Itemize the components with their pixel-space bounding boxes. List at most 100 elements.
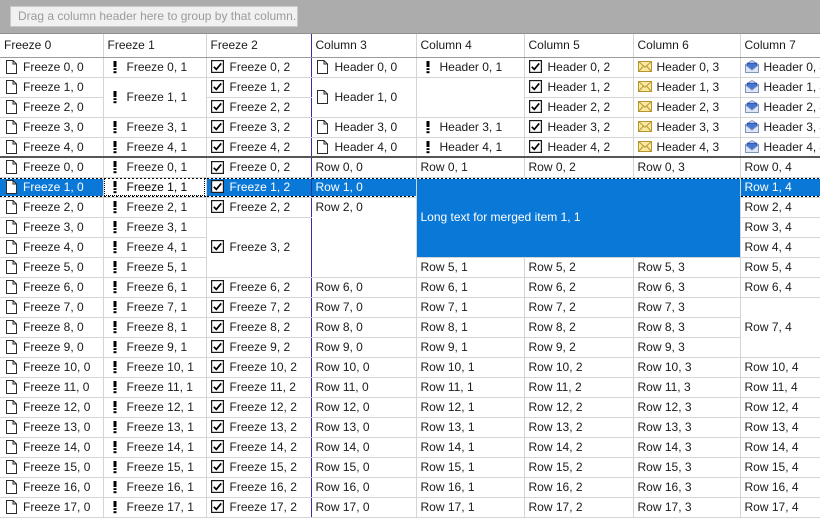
fixed-cell[interactable]: Freeze 2, 2 — [206, 97, 311, 117]
checkbox-checked-icon[interactable] — [529, 100, 543, 113]
grid-cell[interactable]: Row 16, 3 — [633, 477, 740, 497]
grid-cell[interactable]: Freeze 17, 2 — [206, 497, 311, 517]
checkbox-checked-icon[interactable] — [211, 360, 225, 373]
fixed-cell[interactable]: Header 0, 3 — [633, 57, 740, 77]
grid-cell[interactable]: Row 1, 4 — [740, 177, 820, 197]
grid-viewport[interactable]: Freeze 0Freeze 1Freeze 2Column 3Column 4… — [0, 33, 820, 519]
fixed-cell[interactable]: Freeze 3, 1 — [103, 117, 206, 137]
fixed-cell[interactable]: Freeze 3, 0 — [0, 117, 103, 137]
column-header-column-7[interactable]: Column 7 — [740, 34, 820, 57]
grid-cell[interactable]: Freeze 12, 0 — [0, 397, 103, 417]
grid-cell[interactable]: Row 14, 2 — [524, 437, 633, 457]
grid-cell[interactable]: Row 11, 0 — [311, 377, 416, 397]
checkbox-checked-icon[interactable] — [529, 80, 543, 93]
group-by-panel[interactable]: Drag a column header here to group by th… — [0, 0, 820, 33]
grid-cell[interactable]: Row 9, 1 — [416, 337, 524, 357]
grid-cell[interactable]: Row 6, 1 — [416, 277, 524, 297]
grid-cell[interactable]: Row 6, 3 — [633, 277, 740, 297]
column-header-column-3[interactable]: Column 3 — [311, 34, 416, 57]
fixed-cell[interactable]: Freeze 4, 0 — [0, 137, 103, 157]
grid-cell[interactable]: Freeze 16, 0 — [0, 477, 103, 497]
grid-cell[interactable]: Freeze 9, 0 — [0, 337, 103, 357]
grid-cell[interactable]: Long text for merged item 1, 1 — [416, 177, 740, 257]
fixed-cell[interactable]: Header 2, 4 — [740, 97, 820, 117]
grid-cell[interactable]: Freeze 3, 1 — [103, 217, 206, 237]
grid-cell[interactable]: Row 8, 0 — [311, 317, 416, 337]
grid-cell[interactable]: Row 16, 2 — [524, 477, 633, 497]
fixed-cell[interactable]: Freeze 0, 2 — [206, 57, 311, 77]
grid-cell[interactable]: Row 6, 2 — [524, 277, 633, 297]
fixed-cell[interactable]: Header 0, 0 — [311, 57, 416, 77]
grid-cell[interactable]: Row 14, 1 — [416, 437, 524, 457]
grid-cell[interactable]: Freeze 13, 2 — [206, 417, 311, 437]
grid-cell[interactable]: Row 10, 0 — [311, 357, 416, 377]
grid-cell[interactable]: Freeze 0, 2 — [206, 157, 311, 177]
grid-cell[interactable]: Freeze 11, 2 — [206, 377, 311, 397]
fixed-cell[interactable]: Freeze 4, 1 — [103, 137, 206, 157]
grid-cell[interactable]: Freeze 9, 2 — [206, 337, 311, 357]
grid-cell[interactable]: Freeze 16, 2 — [206, 477, 311, 497]
checkbox-checked-icon[interactable] — [529, 140, 543, 153]
grid-cell[interactable]: Freeze 6, 0 — [0, 277, 103, 297]
checkbox-checked-icon[interactable] — [211, 500, 225, 513]
grid-cell[interactable]: Row 7, 1 — [416, 297, 524, 317]
checkbox-checked-icon[interactable] — [211, 280, 225, 293]
grid-cell[interactable]: Row 0, 3 — [633, 157, 740, 177]
grid-cell[interactable]: Row 16, 1 — [416, 477, 524, 497]
grid-cell[interactable]: Freeze 17, 0 — [0, 497, 103, 517]
checkbox-checked-icon[interactable] — [211, 380, 225, 393]
grid-cell[interactable]: Row 6, 0 — [311, 277, 416, 297]
grid-cell[interactable]: Row 0, 4 — [740, 157, 820, 177]
fixed-cell[interactable]: Freeze 2, 0 — [0, 97, 103, 117]
column-header-freeze-1[interactable]: Freeze 1 — [103, 34, 206, 57]
grid-cell[interactable]: Freeze 7, 1 — [103, 297, 206, 317]
grid-cell[interactable]: Row 17, 0 — [311, 497, 416, 517]
fixed-cell[interactable]: Header 4, 0 — [311, 137, 416, 157]
grid-cell[interactable]: Row 12, 2 — [524, 397, 633, 417]
checkbox-checked-icon[interactable] — [211, 200, 225, 213]
grid-cell[interactable]: Row 2, 4 — [740, 197, 820, 217]
grid-cell[interactable]: Freeze 15, 2 — [206, 457, 311, 477]
grid-cell[interactable]: Row 0, 0 — [311, 157, 416, 177]
fixed-cell[interactable]: Freeze 0, 1 — [103, 57, 206, 77]
grid-cell[interactable]: Freeze 13, 1 — [103, 417, 206, 437]
grid-cell[interactable]: Row 13, 2 — [524, 417, 633, 437]
checkbox-checked-icon[interactable] — [211, 480, 225, 493]
fixed-cell[interactable]: Header 4, 3 — [633, 137, 740, 157]
fixed-cell[interactable]: Header 2, 2 — [524, 97, 633, 117]
checkbox-checked-icon[interactable] — [211, 80, 225, 93]
grid-cell[interactable]: Row 7, 0 — [311, 297, 416, 317]
grid-cell[interactable]: Row 8, 1 — [416, 317, 524, 337]
grid-cell[interactable]: Row 11, 1 — [416, 377, 524, 397]
grid-cell[interactable]: Freeze 14, 1 — [103, 437, 206, 457]
grid-cell[interactable]: Freeze 2, 0 — [0, 197, 103, 217]
fixed-cell[interactable]: Header 4, 1 — [416, 137, 524, 157]
grid-cell[interactable]: Row 12, 1 — [416, 397, 524, 417]
fixed-cell[interactable]: Header 1, 0 — [311, 77, 416, 117]
grid-cell[interactable]: Row 12, 3 — [633, 397, 740, 417]
fixed-cell[interactable]: Header 3, 2 — [524, 117, 633, 137]
grid-cell[interactable]: Row 8, 2 — [524, 317, 633, 337]
grid-cell[interactable]: Row 14, 0 — [311, 437, 416, 457]
column-header-freeze-2[interactable]: Freeze 2 — [206, 34, 311, 57]
grid-cell[interactable]: Freeze 5, 0 — [0, 257, 103, 277]
grid-cell[interactable]: Row 14, 4 — [740, 437, 820, 457]
grid-cell[interactable]: Freeze 9, 1 — [103, 337, 206, 357]
grid-cell[interactable]: Row 9, 0 — [311, 337, 416, 357]
column-header-column-5[interactable]: Column 5 — [524, 34, 633, 57]
grid-cell[interactable]: Freeze 1, 2 — [206, 177, 311, 197]
grid-cell[interactable]: Row 11, 3 — [633, 377, 740, 397]
grid-cell[interactable]: Row 5, 1 — [416, 257, 524, 277]
checkbox-checked-icon[interactable] — [529, 120, 543, 133]
checkbox-checked-icon[interactable] — [211, 140, 225, 153]
checkbox-checked-icon[interactable] — [211, 440, 225, 453]
checkbox-checked-icon[interactable] — [211, 460, 225, 473]
grid-cell[interactable]: Row 11, 2 — [524, 377, 633, 397]
grid-cell[interactable]: Freeze 15, 1 — [103, 457, 206, 477]
grid-cell[interactable]: Freeze 7, 0 — [0, 297, 103, 317]
grid-cell[interactable]: Row 9, 3 — [633, 337, 740, 357]
grid-cell[interactable]: Row 7, 3 — [633, 297, 740, 317]
checkbox-checked-icon[interactable] — [211, 100, 225, 113]
grid-cell[interactable]: Row 8, 3 — [633, 317, 740, 337]
fixed-cell[interactable]: Freeze 1, 0 — [0, 77, 103, 97]
